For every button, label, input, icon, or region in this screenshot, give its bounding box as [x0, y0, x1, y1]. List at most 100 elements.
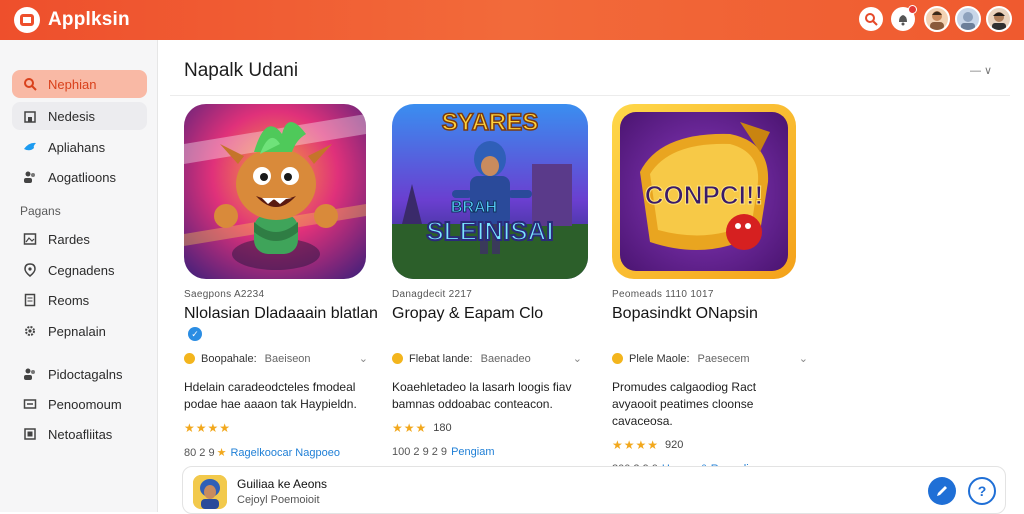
verified-badge-icon: ✓ — [188, 326, 202, 341]
sidebar-item-label: Apliahans — [48, 139, 106, 155]
rating-row: ★★★ 180 — [392, 421, 592, 435]
sidebar-item-pidoctagalns[interactable]: Pidoctagalns — [12, 360, 147, 388]
app-logo-icon[interactable] — [14, 7, 40, 33]
sidebar-item-penoomoum[interactable]: Penoomoum — [12, 390, 147, 418]
price-text: 80 2 9 — [184, 446, 215, 459]
star-rating-icon: ★★★★ — [184, 421, 232, 435]
price-row: 80 2 9 ★ Ragelkoocar Nagpoeo — [184, 446, 384, 460]
category-row[interactable]: Flebat lande: Baenadeo ⌄ — [392, 352, 592, 365]
developer-link[interactable]: Ragelkoocar Nagpoeo — [230, 447, 339, 459]
user-avatar-2[interactable] — [955, 6, 981, 32]
image-icon — [22, 231, 38, 247]
category-icon — [184, 353, 195, 364]
app-title: Applksin — [48, 9, 130, 30]
app-name-text: Nlolasian Dladaaain blatlan — [184, 305, 378, 322]
sidebar-item-aogatlioons[interactable]: Aogatlioons — [12, 163, 147, 191]
sidebar-item-label: Cegnadens — [48, 262, 115, 278]
user-avatar-3[interactable] — [986, 6, 1012, 32]
price-text: 100 2 9 2 9 — [392, 446, 448, 458]
sidebar-item-apliahans[interactable]: Apliahans — [12, 133, 147, 161]
sidebar-item-rardes[interactable]: Rardes — [12, 225, 147, 253]
sidebar-item-label: Rardes — [48, 231, 90, 247]
sidebar-item-cegnadens[interactable]: Cegnadens — [12, 256, 147, 284]
price-row: 100 2 9 2 9 Pengiam — [392, 446, 592, 458]
star-rating-icon: ★★★★ — [612, 438, 660, 452]
rating-row: ★★★★ — [184, 421, 384, 435]
chevron-down-icon[interactable]: ⌄ — [573, 352, 582, 365]
edit-button[interactable] — [928, 477, 956, 505]
chevron-down-icon[interactable]: ⌄ — [799, 352, 808, 365]
top-bar: Applksin — [0, 0, 1024, 40]
people-icon — [22, 169, 38, 185]
app-card[interactable]: CONPCI!! Peomeads 1110 1017 Bopasindkt O… — [612, 104, 812, 475]
notification-badge — [908, 5, 917, 14]
app-thumbnail[interactable]: CONPCI!! — [612, 104, 796, 279]
sidebar-item-nephian[interactable]: Nephian — [12, 70, 147, 98]
app-meta: Peomeads 1110 1017 — [612, 289, 714, 300]
star-icon: ★ — [216, 447, 227, 459]
app-meta: Saegpons A2234 — [184, 289, 265, 300]
sidebar-item-reoms[interactable]: Reoms — [12, 286, 147, 314]
minus-icon — [22, 396, 38, 412]
app-name[interactable]: Gropay & Eapam Clo — [392, 304, 592, 324]
chevron-down-icon[interactable]: ⌄ — [359, 352, 368, 365]
search-icon[interactable] — [859, 7, 883, 31]
user-avatar-1[interactable] — [924, 6, 950, 32]
app-meta: Danagdecit 2217 — [392, 289, 473, 300]
app-description: Koaehletadeo la lasarh loogis fiav bamna… — [392, 380, 572, 411]
question-icon: ? — [977, 483, 987, 499]
sort-dropdown[interactable]: — ∨ — [970, 64, 992, 77]
app-description: Promudes calgaodiog Ract avyaooit peatim… — [612, 380, 757, 428]
square-icon — [22, 426, 38, 442]
hero-illustration-icon: SYARES BRAH SLEINISAI — [392, 108, 588, 279]
sidebar-item-nedesis[interactable]: Nedesis — [12, 102, 147, 130]
app-card[interactable]: Saegpons A2234 Nlolasian Dladaaain blatl… — [184, 104, 384, 459]
app-name[interactable]: Nlolasian Dladaaain blatlan ✓ — [184, 304, 384, 344]
pencil-icon — [937, 486, 947, 496]
category-label: Boopahale: — [201, 352, 257, 365]
app-thumbnail[interactable]: SYARES BRAH SLEINISAI — [392, 104, 588, 279]
gold-shape-illustration-icon: CONPCI!! — [640, 122, 770, 250]
thumb-text-mid: BRAH — [451, 199, 497, 216]
sidebar-item-netoafliitas[interactable]: Netoafliitas — [12, 420, 147, 448]
category-icon — [392, 353, 403, 364]
sidebar-item-label: Nephian — [48, 76, 97, 92]
pin-icon — [22, 262, 38, 278]
game-avatar — [193, 475, 227, 509]
building-icon — [22, 108, 38, 124]
page-title: Napalk Udani — [184, 60, 299, 81]
sidebar-section-label: Pagans — [20, 204, 61, 218]
app-card[interactable]: SYARES BRAH SLEINISAI Danagdecit 2217 Gr… — [392, 104, 592, 458]
thumb-text-top: SYARES — [442, 109, 539, 136]
bottom-subtitle: Cejoyl Poemoioit — [237, 494, 320, 506]
bottom-title: Guiliaa ke Aeons — [237, 477, 328, 491]
category-row[interactable]: Boopahale: Baeiseon ⌄ — [184, 352, 384, 365]
document-icon — [22, 292, 38, 308]
rating-row: ★★★★ 920 — [612, 438, 812, 452]
star-rating-icon: ★★★ — [392, 421, 428, 435]
developer-link[interactable]: Pengiam — [451, 446, 494, 458]
sidebar: Nephian Nedesis Apliahans Aogatlioons Pa… — [0, 40, 158, 512]
category-row[interactable]: Plele Maole: Paesecem ⌄ — [612, 352, 812, 365]
category-value: Baenadeo — [480, 352, 531, 365]
sidebar-item-label: Penoomoum — [48, 396, 122, 412]
notification-icon[interactable] — [891, 5, 917, 31]
character-illustration-icon — [184, 114, 366, 270]
help-button[interactable]: ? — [968, 477, 996, 505]
sidebar-item-label: Pidoctagalns — [48, 366, 123, 382]
divider — [170, 95, 1010, 96]
app-thumbnail[interactable] — [184, 104, 366, 279]
app-name[interactable]: Bopasindkt ONapsin — [612, 304, 812, 324]
bird-icon — [22, 139, 38, 155]
bottom-panel[interactable]: Guiliaa ke Aeons Cejoyl Poemoioit ? — [182, 466, 1006, 514]
sidebar-item-label: Netoafliitas — [48, 426, 113, 442]
app-description: Hdelain caradeodcteles fmodeal podae hae… — [184, 380, 357, 411]
search-icon — [22, 76, 38, 92]
category-label: Plele Maole: — [629, 352, 690, 365]
sidebar-item-label: Pepnalain — [48, 323, 106, 339]
category-value: Baeiseon — [264, 352, 311, 365]
sidebar-item-label: Aogatlioons — [48, 169, 116, 185]
sidebar-item-pepnalain[interactable]: Pepnalain — [12, 317, 147, 345]
thumb-text: CONPCI!! — [645, 180, 763, 210]
gear-icon — [22, 323, 38, 339]
